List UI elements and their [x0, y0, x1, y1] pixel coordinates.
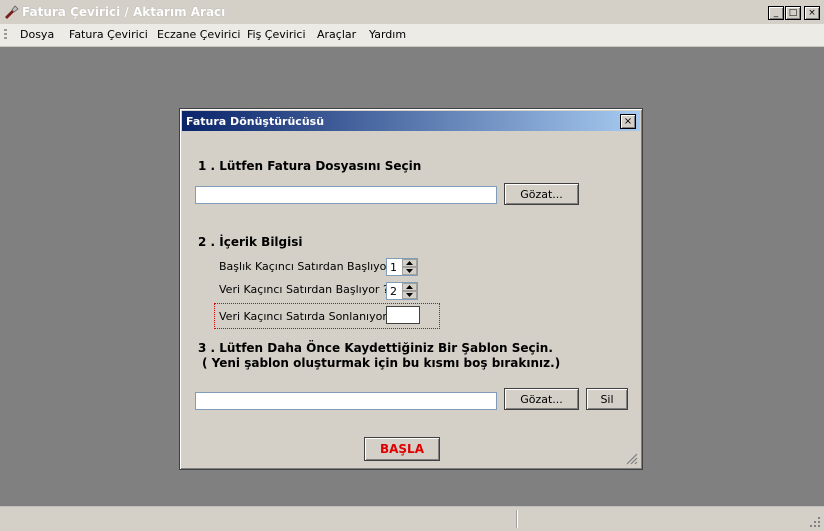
delete-label: Sil — [600, 392, 614, 406]
section3-subtitle: ( Yeni şablon oluşturmak için bu kısmı b… — [202, 356, 561, 370]
spin-up-icon[interactable] — [402, 259, 417, 267]
spin-down-icon[interactable] — [402, 267, 417, 275]
menu-yardim[interactable]: Yardım — [369, 28, 406, 41]
browse-label: Gözat... — [520, 187, 563, 201]
browse-template-button[interactable]: Gözat... — [504, 388, 579, 410]
header-row-label: Başlık Kaçıncı Satırdan Başlıyor ? — [219, 260, 401, 273]
spin-up-icon[interactable] — [402, 283, 417, 291]
close-icon: × — [808, 7, 816, 18]
close-icon: × — [623, 115, 633, 127]
header-row-stepper[interactable]: 1 — [386, 258, 418, 276]
minimize-button[interactable]: _ — [768, 6, 784, 20]
menu-eczane-cevirici[interactable]: Eczane Çevirici — [157, 28, 240, 41]
section3-title: 3 . Lütfen Daha Önce Kaydettiğiniz Bir Ş… — [198, 341, 553, 355]
section2-title: 2 . İçerik Bilgisi — [198, 235, 303, 249]
delete-template-button[interactable]: Sil — [586, 388, 628, 410]
menu-fatura-cevirici[interactable]: Fatura Çevirici — [69, 28, 148, 41]
app-title: Fatura Çevirici / Aktarım Aracı — [22, 5, 226, 19]
invoice-file-input[interactable] — [195, 186, 497, 204]
menu-dosya[interactable]: Dosya — [20, 28, 54, 41]
end-row-input[interactable] — [386, 306, 420, 324]
spin-down-icon[interactable] — [402, 291, 417, 299]
section1-title: 1 . Lütfen Fatura Dosyasını Seçin — [198, 159, 422, 173]
window-titlebar[interactable]: Fatura Çevirici / Aktarım Aracı _ □ × — [0, 0, 824, 25]
header-row-value[interactable]: 1 — [390, 261, 397, 274]
data-row-label: Veri Kaçıncı Satırdan Başlıyor ? — [219, 283, 389, 296]
size-grip-icon[interactable] — [809, 516, 821, 528]
menu-araclar[interactable]: Araçlar — [317, 28, 356, 41]
start-label: BAŞLA — [379, 442, 424, 456]
data-row-value[interactable]: 2 — [390, 285, 397, 298]
maximize-icon: □ — [788, 7, 798, 18]
dialog-close-button[interactable]: × — [620, 114, 636, 129]
start-button[interactable]: BAŞLA — [364, 437, 440, 461]
status-separator — [516, 510, 517, 528]
size-grip-icon[interactable] — [626, 453, 638, 465]
menu-bar: Dosya Fatura Çevirici Eczane Çevirici Fi… — [0, 24, 824, 47]
minimize-icon: _ — [773, 7, 779, 18]
browse-invoice-button[interactable]: Gözat... — [504, 183, 579, 205]
template-file-input[interactable] — [195, 392, 497, 410]
status-bar — [0, 506, 824, 531]
data-row-stepper[interactable]: 2 — [386, 282, 418, 300]
maximize-button[interactable]: □ — [785, 6, 801, 20]
close-button[interactable]: × — [804, 6, 820, 20]
app-icon — [5, 5, 19, 19]
end-row-label: Veri Kaçıncı Satırda Sonlanıyor ? — [219, 310, 397, 323]
menu-fis-cevirici[interactable]: Fiş Çevirici — [247, 28, 306, 41]
browse-label: Gözat... — [520, 392, 563, 406]
dialog-titlebar[interactable]: Fatura Dönüştürücüsü × — [182, 111, 640, 131]
dialog-title: Fatura Dönüştürücüsü — [186, 115, 325, 128]
menu-grip[interactable] — [4, 29, 7, 41]
